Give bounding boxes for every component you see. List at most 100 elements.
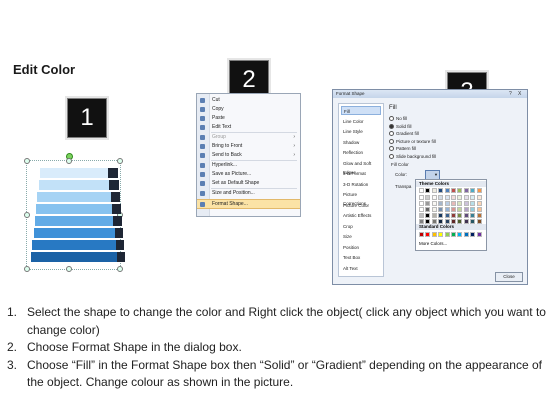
theme-color-swatch[interactable]	[438, 213, 444, 218]
theme-color-swatch[interactable]	[463, 207, 469, 212]
menu-item[interactable]: Group ›	[197, 133, 300, 142]
theme-color-swatch[interactable]	[451, 207, 456, 212]
category-item[interactable]: Line Style	[341, 127, 381, 136]
menu-item[interactable]: Save as Picture...	[197, 170, 300, 179]
fill-option[interactable]: Gradient fill	[389, 130, 419, 137]
radio-button[interactable]	[389, 123, 394, 129]
theme-color-swatch[interactable]	[457, 201, 463, 206]
theme-color-swatch[interactable]	[470, 195, 476, 200]
theme-color-swatch[interactable]	[419, 207, 424, 212]
category-item[interactable]: Reflection	[341, 148, 381, 157]
help-button[interactable]: ?	[509, 91, 512, 97]
theme-color-swatch[interactable]	[463, 219, 469, 224]
theme-color-swatch[interactable]	[476, 201, 482, 206]
theme-color-swatch[interactable]	[419, 188, 424, 193]
theme-color-swatch[interactable]	[438, 195, 444, 200]
menu-item[interactable]: Size and Position...	[197, 189, 300, 198]
standard-color-swatch[interactable]	[438, 232, 444, 237]
theme-color-swatch[interactable]	[451, 201, 456, 206]
theme-color-swatch[interactable]	[438, 201, 444, 206]
category-item[interactable]: Crop	[341, 222, 381, 231]
theme-color-swatch[interactable]	[431, 213, 437, 218]
theme-color-swatch[interactable]	[470, 188, 476, 193]
menu-item[interactable]: Send to Back ›	[197, 151, 300, 160]
standard-color-swatch[interactable]	[419, 232, 424, 237]
category-item[interactable]: Line Color	[341, 117, 381, 126]
menu-item[interactable]: Format Shape...	[197, 199, 300, 209]
menu-item[interactable]: Paste	[197, 114, 300, 123]
more-colors-link[interactable]: More Colors...	[419, 241, 447, 247]
theme-color-swatch[interactable]	[419, 213, 424, 218]
theme-color-swatch[interactable]	[444, 219, 450, 224]
fill-option[interactable]: No fill	[389, 115, 407, 122]
category-item[interactable]: Glow and Soft Edges	[341, 159, 381, 175]
fill-option[interactable]: Solid fill	[389, 123, 412, 130]
theme-color-swatch[interactable]	[444, 195, 450, 200]
theme-color-swatch[interactable]	[444, 188, 450, 193]
theme-color-swatch[interactable]	[431, 207, 437, 212]
standard-color-swatch[interactable]	[431, 232, 437, 237]
stacked-bars-shape[interactable]	[23, 158, 127, 270]
theme-color-swatch[interactable]	[425, 219, 431, 224]
theme-color-swatch[interactable]	[476, 195, 482, 200]
theme-color-swatch[interactable]	[425, 201, 431, 206]
standard-color-swatch[interactable]	[444, 232, 450, 237]
theme-color-swatch[interactable]	[431, 188, 437, 193]
theme-color-swatch[interactable]	[457, 195, 463, 200]
theme-color-swatch[interactable]	[463, 213, 469, 218]
theme-color-swatch[interactable]	[419, 195, 424, 200]
category-item[interactable]: Artistic Effects	[341, 211, 381, 220]
theme-color-swatch[interactable]	[463, 201, 469, 206]
theme-color-swatch[interactable]	[476, 213, 482, 218]
category-item[interactable]: Picture Color	[341, 201, 381, 210]
theme-color-swatch[interactable]	[457, 188, 463, 193]
fill-option[interactable]: Picture or texture fill	[389, 138, 436, 145]
menu-item[interactable]: Copy	[197, 105, 300, 114]
fill-option[interactable]: Pattern fill	[389, 145, 416, 152]
theme-color-swatch[interactable]	[470, 207, 476, 212]
standard-color-swatch[interactable]	[425, 232, 431, 237]
standard-color-swatch[interactable]	[457, 232, 463, 237]
category-item[interactable]: 3-D Rotation	[341, 180, 381, 189]
category-item[interactable]: Position	[341, 243, 381, 252]
standard-color-swatch[interactable]	[470, 232, 476, 237]
menu-item[interactable]: Bring to Front ›	[197, 142, 300, 151]
category-item[interactable]: Text Box	[341, 253, 381, 262]
radio-button[interactable]	[389, 131, 394, 137]
theme-color-swatch[interactable]	[451, 188, 456, 193]
theme-color-swatch[interactable]	[425, 195, 431, 200]
category-item[interactable]: 3-D Format	[341, 169, 381, 178]
theme-color-swatch[interactable]	[425, 207, 431, 212]
theme-color-swatch[interactable]	[431, 195, 437, 200]
theme-color-swatch[interactable]	[438, 188, 444, 193]
theme-color-swatch[interactable]	[457, 207, 463, 212]
theme-color-swatch[interactable]	[451, 195, 456, 200]
close-x-button[interactable]: X	[518, 91, 521, 97]
theme-color-swatch[interactable]	[457, 219, 463, 224]
radio-button[interactable]	[389, 138, 394, 144]
theme-color-swatch[interactable]	[444, 213, 450, 218]
theme-color-swatch[interactable]	[438, 207, 444, 212]
menu-item[interactable]: Hyperlink...	[197, 161, 300, 170]
theme-color-swatch[interactable]	[476, 188, 482, 193]
theme-color-swatch[interactable]	[470, 201, 476, 206]
standard-color-swatch[interactable]	[476, 232, 482, 237]
theme-color-swatch[interactable]	[476, 219, 482, 224]
standard-color-swatch[interactable]	[463, 232, 469, 237]
theme-color-swatch[interactable]	[470, 219, 476, 224]
theme-color-swatch[interactable]	[438, 219, 444, 224]
theme-color-swatch[interactable]	[419, 201, 424, 206]
category-item[interactable]: Shadow	[341, 138, 381, 147]
fill-option[interactable]: Slide background fill	[389, 153, 436, 160]
close-button[interactable]: Close	[495, 272, 523, 282]
menu-item[interactable]: Cut	[197, 96, 300, 105]
theme-color-swatch[interactable]	[425, 213, 431, 218]
theme-color-swatch[interactable]	[463, 188, 469, 193]
category-item[interactable]: Fill	[341, 106, 381, 115]
menu-item[interactable]: Edit Text	[197, 123, 300, 132]
category-item[interactable]: Size	[341, 232, 381, 241]
radio-button[interactable]	[389, 146, 394, 152]
theme-color-swatch[interactable]	[451, 219, 456, 224]
radio-button[interactable]	[389, 116, 394, 122]
theme-color-swatch[interactable]	[431, 219, 437, 224]
